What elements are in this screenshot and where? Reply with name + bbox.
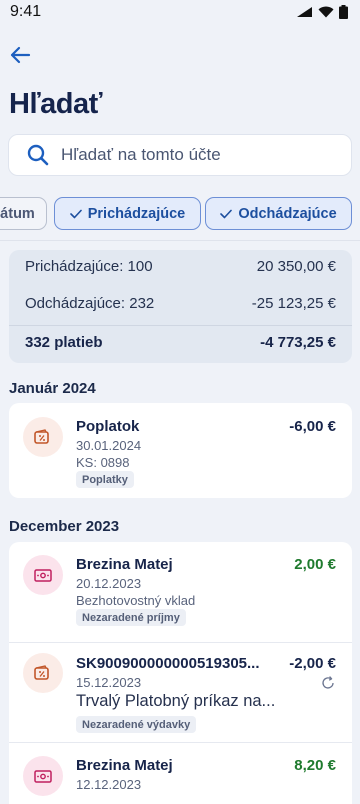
filter-chip-outgoing[interactable]: Odchádzajúce bbox=[205, 197, 352, 230]
summary-incoming-value: 20 350,00 € bbox=[256, 258, 336, 275]
check-icon bbox=[220, 209, 233, 218]
transaction-detail: Trvalý Platobný príkaz na... bbox=[76, 692, 276, 710]
arrow-left-icon bbox=[10, 46, 31, 64]
section-title-january: Január 2024 bbox=[9, 380, 96, 397]
transactions-card-december: Brezina Matej 2,00 € 20.12.2023 Bezhotov… bbox=[9, 542, 352, 804]
filter-chip-date-label: átum bbox=[0, 205, 35, 222]
transaction-amount: -6,00 € bbox=[289, 418, 336, 435]
repeat-icon bbox=[322, 676, 334, 689]
transaction-detail: KS: 0898 bbox=[76, 455, 130, 470]
category-tag: Poplatky bbox=[76, 471, 134, 488]
transaction-amount: 2,00 € bbox=[294, 556, 336, 573]
wifi-icon bbox=[318, 6, 334, 18]
battery-icon bbox=[339, 5, 348, 19]
transactions-card-january: Poplatok -6,00 € 30.01.2024 KS: 0898 Pop… bbox=[9, 403, 352, 498]
check-icon bbox=[69, 209, 82, 218]
transaction-amount: -2,00 € bbox=[289, 655, 336, 672]
cash-icon bbox=[23, 555, 63, 595]
summary-divider bbox=[9, 325, 352, 326]
transaction-name: Brezina Matej bbox=[76, 757, 173, 774]
category-tag: Nezaradené príjmy bbox=[76, 609, 186, 626]
signal-icon bbox=[297, 7, 312, 17]
transaction-date: 12.12.2023 bbox=[76, 777, 142, 792]
cash-icon bbox=[23, 756, 63, 796]
summary-outgoing-value: -25 123,25 € bbox=[251, 295, 336, 312]
transaction-row[interactable]: SK900900000000519305... -2,00 € 15.12.20… bbox=[9, 643, 352, 742]
transaction-amount: 8,20 € bbox=[294, 757, 336, 774]
transaction-name: Poplatok bbox=[76, 418, 140, 435]
summary-total-row: 332 platieb -4 773,25 € bbox=[25, 334, 336, 351]
transaction-row[interactable]: Brezina Matej 2,00 € 20.12.2023 Bezhotov… bbox=[9, 542, 352, 642]
transaction-name: Brezina Matej bbox=[76, 556, 173, 573]
category-tag: Nezaradené výdavky bbox=[76, 716, 197, 733]
filter-chip-incoming[interactable]: Prichádzajúce bbox=[54, 197, 201, 230]
summary-total-label: 332 platieb bbox=[25, 334, 103, 351]
transaction-detail: Bezhotovostný vklad bbox=[76, 593, 196, 608]
summary-incoming-row: Prichádzajúce: 100 20 350,00 € bbox=[25, 258, 336, 275]
page-title: Hľadať bbox=[9, 88, 102, 120]
section-title-december: December 2023 bbox=[9, 518, 120, 535]
search-input[interactable]: Hľadať na tomto účte bbox=[8, 134, 352, 176]
transaction-date: 30.01.2024 bbox=[76, 438, 142, 453]
summary-total-value: -4 773,25 € bbox=[260, 334, 336, 351]
summary-card: Prichádzajúce: 100 20 350,00 € Odchádzaj… bbox=[9, 250, 352, 363]
fee-percent-icon bbox=[23, 653, 63, 693]
back-button[interactable] bbox=[8, 44, 32, 66]
search-icon bbox=[27, 144, 49, 166]
transaction-row[interactable]: Poplatok -6,00 € 30.01.2024 KS: 0898 Pop… bbox=[9, 403, 352, 498]
transaction-row[interactable]: Brezina Matej 8,20 € 12.12.2023 bbox=[9, 743, 352, 804]
transaction-date: 15.12.2023 bbox=[76, 675, 142, 690]
status-time: 9:41 bbox=[10, 3, 42, 20]
transaction-name: SK900900000000519305... bbox=[76, 655, 260, 672]
summary-outgoing-row: Odchádzajúce: 232 -25 123,25 € bbox=[25, 295, 336, 312]
status-bar: 9:41 bbox=[0, 0, 360, 24]
summary-incoming-label: Prichádzajúce: 100 bbox=[25, 258, 153, 275]
fee-percent-icon bbox=[23, 417, 63, 457]
transaction-date: 20.12.2023 bbox=[76, 576, 142, 591]
filter-chip-incoming-label: Prichádzajúce bbox=[87, 205, 186, 222]
filter-chip-outgoing-label: Odchádzajúce bbox=[238, 205, 337, 222]
summary-outgoing-label: Odchádzajúce: 232 bbox=[25, 295, 155, 312]
filter-chip-date[interactable]: átum bbox=[0, 197, 47, 230]
filter-chips: átum Prichádzajúce Odchádzajúce bbox=[0, 197, 360, 231]
divider bbox=[0, 240, 360, 241]
status-icons bbox=[296, 5, 348, 19]
search-placeholder: Hľadať na tomto účte bbox=[61, 145, 221, 164]
